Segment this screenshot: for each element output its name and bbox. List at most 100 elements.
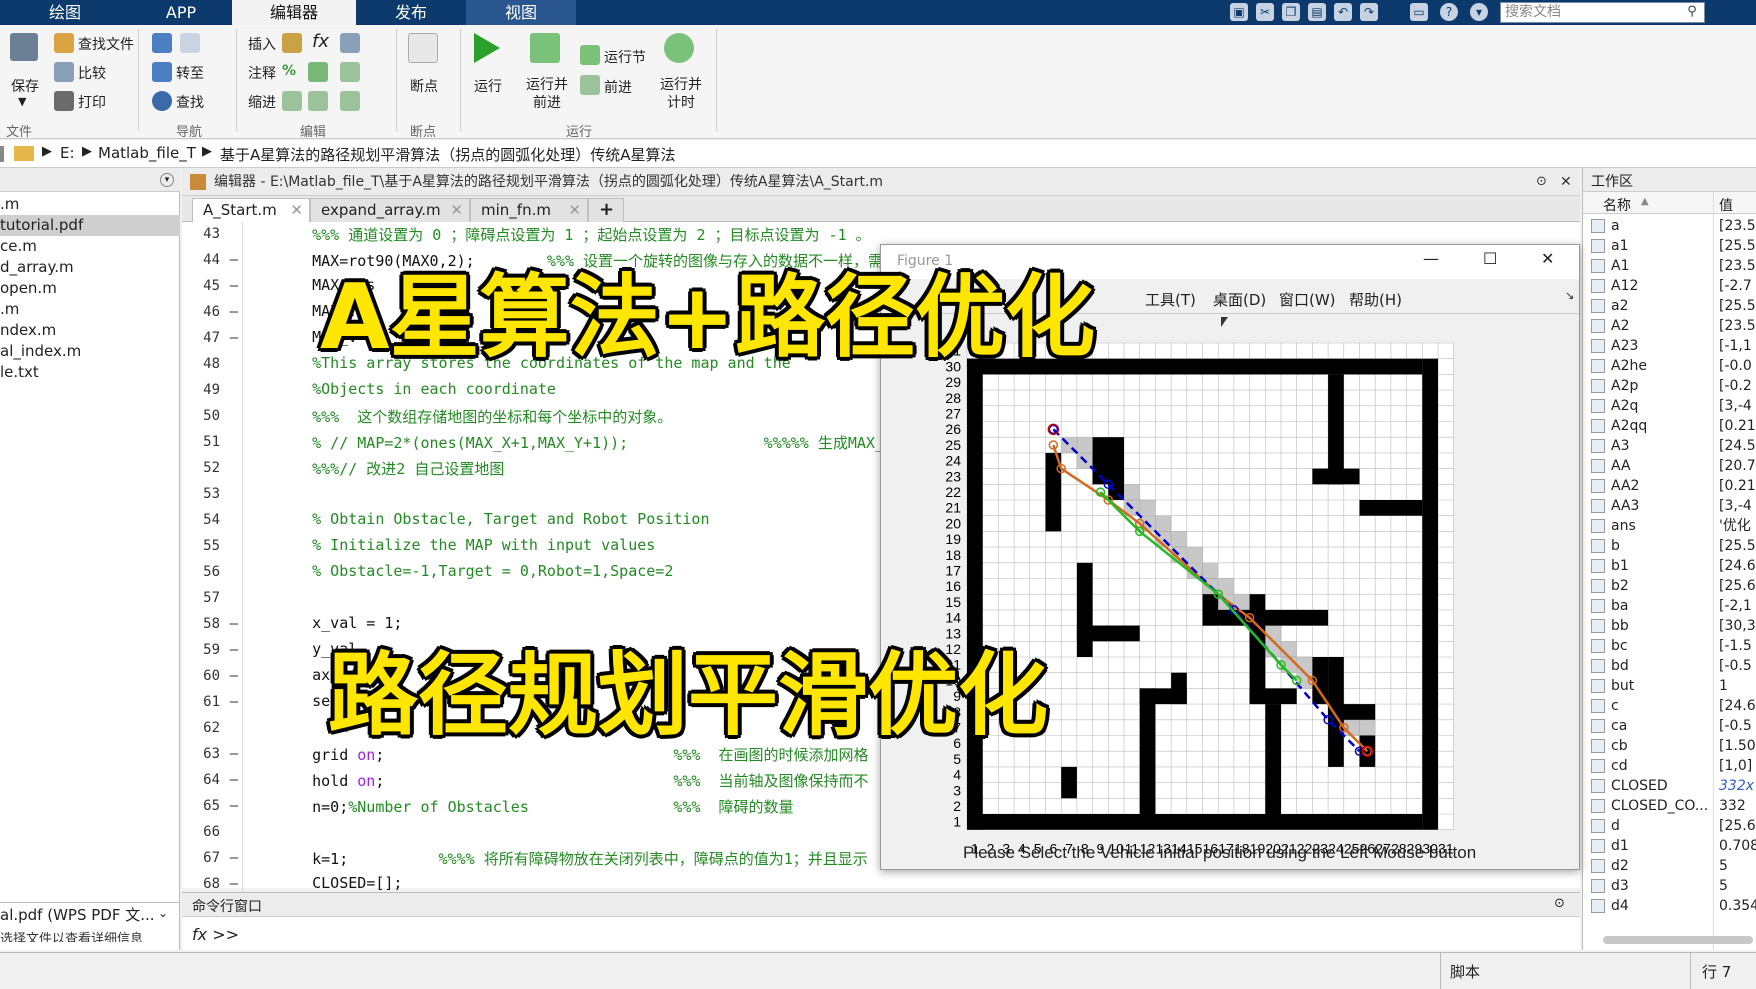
address-bar[interactable]: ▶ E: ▶ Matlab_file_T ▶ 基于A星算法的路径规划平滑算法（拐… [0,140,1756,168]
code-line[interactable]: %%%// 改进2 自己设置地图 [276,458,504,479]
workspace-row[interactable]: bd [-0.5 [1583,656,1756,676]
file-list-item[interactable]: al_index.m [0,341,180,362]
undo-icon[interactable]: ↶ [1334,3,1352,21]
search-input[interactable]: 搜索文档 [1500,2,1705,23]
workspace-row[interactable]: a1 [25.5 [1583,236,1756,256]
breakpoint-button[interactable]: 断点 [410,76,438,96]
file-list-item[interactable]: open.m [0,278,180,299]
breakpoint-marker[interactable]: — [224,330,238,346]
workspace-row[interactable]: a2 [25.5 [1583,296,1756,316]
advance-icon[interactable] [580,75,600,95]
address-part[interactable]: Matlab_file_T [98,144,196,162]
tab-app[interactable]: APP [130,0,232,25]
file-list-item[interactable]: ndex.m [0,320,180,341]
breakpoint-marker[interactable]: — [224,642,238,658]
find-button[interactable]: 查找 [176,92,204,112]
workspace-row[interactable]: d2 5 [1583,856,1756,876]
advance-button[interactable]: 前进 [604,77,632,97]
run-time-icon[interactable] [664,33,694,63]
close-icon[interactable]: ✕ [1560,168,1572,196]
tab-view[interactable]: 视图 [466,0,576,25]
workspace-row[interactable]: CLOSED 332x [1583,776,1756,796]
workspace-row[interactable]: c [24.6 [1583,696,1756,716]
breakpoint-icon[interactable] [408,33,438,63]
file-list-item[interactable]: tutorial.pdf [0,215,180,236]
workspace-row[interactable]: A2he [-0.0 [1583,356,1756,376]
workspace-row[interactable]: d [25.6 [1583,816,1756,836]
run-button[interactable]: 运行 [474,76,502,96]
file-list-item[interactable]: ce.m [0,236,180,257]
file-list-item[interactable]: le.txt [0,362,180,383]
tab-file[interactable]: A_Start.m ✕ [192,198,310,222]
workspace-row[interactable]: bc [-1.5 [1583,636,1756,656]
workspace-row[interactable]: but 1 [1583,676,1756,696]
workspace-row[interactable]: ca [-0.5 [1583,716,1756,736]
close-icon[interactable]: ✕ [290,199,303,221]
close-icon[interactable]: ✕ [450,199,463,221]
save-icon[interactable] [10,33,38,61]
file-list-item[interactable]: d_array.m [0,257,180,278]
workspace-row[interactable]: A3 [24.5 [1583,436,1756,456]
code-line[interactable]: %Objects in each coordinate [276,380,556,398]
workspace-row[interactable]: A2 [23.5 [1583,316,1756,336]
insert-button[interactable]: 插入 [248,34,276,54]
copy-icon[interactable]: ❐ [1282,3,1300,21]
workspace-row[interactable]: a [23.5 [1583,216,1756,236]
workspace-row[interactable]: A2q [3,-4 [1583,396,1756,416]
workspace-row[interactable]: b2 [25.6 [1583,576,1756,596]
indent-icon[interactable] [308,91,328,111]
back-arrow-icon[interactable] [152,33,172,53]
workspace-row[interactable]: A2p [-0.2 [1583,376,1756,396]
workspace-row[interactable]: ba [-2,1 [1583,596,1756,616]
smart-indent-icon[interactable] [282,91,302,111]
goto-button[interactable]: 转至 [176,63,204,83]
command-window[interactable]: 命令行窗口 ⊙ fx >> [182,892,1580,950]
comment-percent-icon[interactable]: % [282,63,296,79]
breakpoint-marker[interactable]: — [224,694,238,710]
breakpoint-marker[interactable]: — [224,746,238,762]
workspace-row[interactable]: CLOSED_CO... 332 [1583,796,1756,816]
breakpoint-marker[interactable]: — [224,876,238,892]
function-icon[interactable] [340,33,360,53]
tab-editor[interactable]: 编辑器 [232,0,356,25]
col-name-header[interactable]: 名称 [1603,195,1631,215]
fx-icon[interactable]: fx [312,31,329,52]
save-quick-icon[interactable]: ▣ [1230,3,1248,21]
close-icon[interactable]: ✕ [568,199,581,221]
indent-button[interactable]: 缩进 [248,92,276,112]
breakpoint-marker[interactable]: — [224,616,238,632]
breakpoint-marker[interactable]: — [224,668,238,684]
workspace-row[interactable]: cb [1.50 [1583,736,1756,756]
workspace-row[interactable]: A2qq [0.21 [1583,416,1756,436]
code-line[interactable]: hold on; %%% 当前轴及图像保持而不 [276,770,868,791]
code-line[interactable]: k=1; %%%% 将所有障碍物放在关闭列表中，障碍点的值为1；并且显示 [276,848,868,869]
chevron-down-icon[interactable]: ⌄ [158,906,168,920]
tab-file[interactable]: expand_array.m ✕ [310,198,470,222]
run-advance-icon[interactable] [530,33,560,63]
panel-menu-icon[interactable]: ⊙ [1554,896,1565,911]
window-icon[interactable]: ▭ [1410,3,1428,21]
file-list-item[interactable]: .m [0,299,180,320]
workspace-row[interactable]: d3 5 [1583,876,1756,896]
workspace-row[interactable]: d4 0.354 [1583,896,1756,916]
workspace-row[interactable]: A23 [-1,1 [1583,336,1756,356]
panel-menu-icon[interactable]: ▾ [160,173,174,187]
code-line[interactable]: %%% 通道设置为 0 ；障碍点设置为 1 ；起始点设置为 2 ；目标点设置为 … [276,224,871,245]
run-icon[interactable] [474,33,500,63]
run-advance-button[interactable]: 运行并 前进 [526,76,568,112]
add-tab-button[interactable]: + [588,198,624,222]
comment-button[interactable]: 注释 [248,63,276,83]
paste-icon[interactable]: ▤ [1308,3,1326,21]
workspace-row[interactable]: cd [1,0] [1583,756,1756,776]
cut-icon[interactable]: ✂ [1256,3,1274,21]
run-section-icon[interactable] [580,45,600,65]
code-line[interactable]: %%% 这个数组存储地图的坐标和每个坐标中的对象。 [276,406,672,427]
uncomment-icon[interactable] [308,62,328,82]
workspace-row[interactable]: A1 [23.5 [1583,256,1756,276]
workspace-row[interactable]: ans '优化 [1583,516,1756,536]
outdent-icon[interactable] [340,91,360,111]
workspace-row[interactable]: d1 0.708 [1583,836,1756,856]
breakpoint-marker[interactable]: — [224,850,238,866]
save-button[interactable]: 保存 [11,76,39,96]
breakpoint-marker[interactable]: — [224,798,238,814]
